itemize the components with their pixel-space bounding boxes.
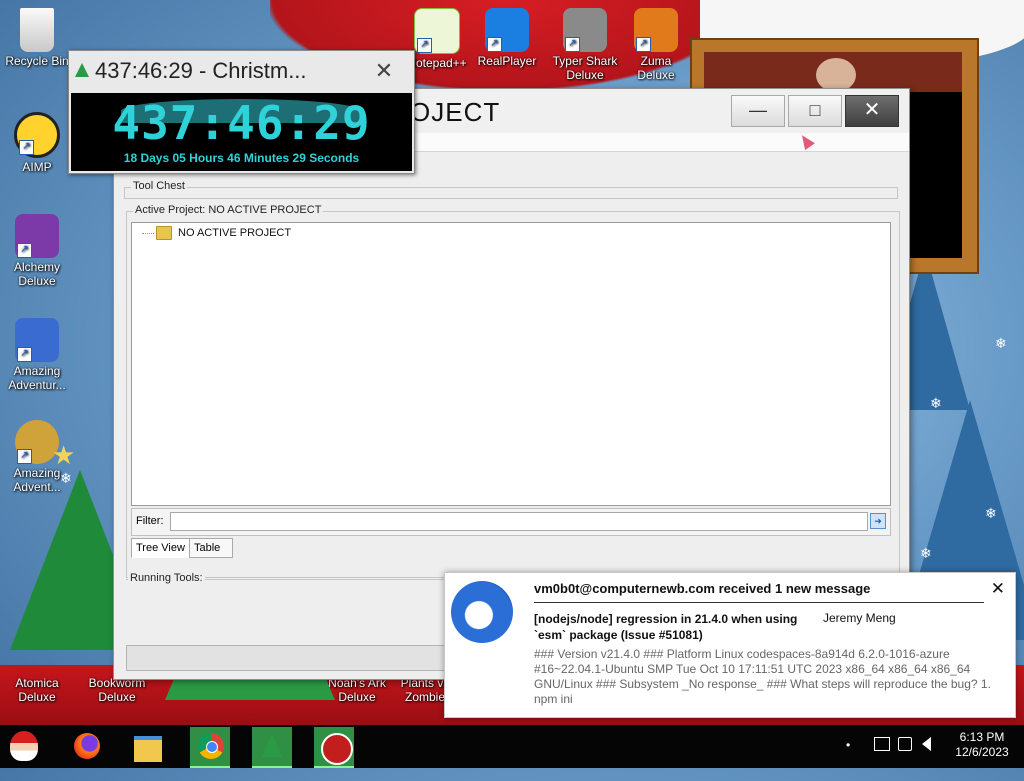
power-icon[interactable] — [898, 737, 914, 753]
tree-icon — [262, 733, 282, 757]
filter-label: Filter: — [136, 515, 164, 527]
desktop-icon-zuma[interactable]: ↗ Zuma Deluxe — [622, 8, 690, 82]
shark-icon: ↗ — [563, 8, 607, 52]
counter-display: 437:46:29 18 Days 05 Hours 46 Minutes 29… — [71, 93, 412, 171]
desktop-icon-bookworm[interactable]: Bookworm Deluxe — [80, 676, 154, 704]
star-icon: ★ — [52, 440, 76, 470]
desktop-icon-amazing-adventures[interactable]: ↗ Amazing Adventur... — [0, 318, 74, 392]
tray-dot: • — [846, 738, 851, 752]
maximize-button[interactable]: □ — [788, 95, 842, 127]
filter-bar: Filter: ➜ — [131, 508, 891, 536]
taskbar: • 6:13 PM 12/6/2023 — [0, 725, 1024, 768]
countdown-time: 437:46:29 — [112, 96, 371, 150]
tree-node-root[interactable]: NO ACTIVE PROJECT — [142, 226, 291, 240]
notification-close-button[interactable]: ✕ — [991, 579, 1005, 599]
filter-input[interactable] — [170, 512, 868, 531]
taskbar-chrome[interactable] — [190, 727, 230, 768]
mail-app-icon — [321, 733, 353, 765]
chrome-icon — [198, 733, 224, 759]
notification-subject: [nodejs/node] regression in 21.4.0 when … — [534, 612, 798, 642]
countdown-detail: 18 Days 05 Hours 46 Minutes 29 Seconds — [123, 151, 360, 165]
minimize-button[interactable]: — — [731, 95, 785, 127]
tree-icon — [75, 63, 89, 79]
taskbar-christmas-counter[interactable] — [252, 727, 292, 768]
notification-body: ### Version v21.4.0 ### Platform Linux c… — [534, 647, 991, 706]
desktop-icon-typer-shark[interactable]: ↗ Typer Shark Deluxe — [548, 8, 622, 82]
realplayer-icon: ↗ — [485, 8, 529, 52]
tree-node-label: NO ACTIVE PROJECT — [178, 227, 292, 239]
running-tools-label: Running Tools: — [128, 572, 205, 584]
desktop-icon-aimp[interactable]: ↗ AIMP — [0, 112, 74, 174]
taskbar-file-explorer[interactable] — [128, 727, 168, 766]
minimize-icon: — — [749, 100, 767, 120]
close-icon: ✕ — [863, 99, 881, 121]
notification-author: Jeremy Meng — [823, 611, 896, 625]
snowflake-icon: ❄ — [920, 545, 932, 561]
window-title: OJECT — [410, 97, 501, 127]
close-button[interactable]: ✕ — [845, 95, 899, 127]
notification-sender: vm0b0t@computernewb.com received 1 new m… — [534, 581, 871, 596]
snowflake-icon: ❄ — [930, 395, 942, 411]
clock-date: 12/6/2023 — [955, 745, 1009, 759]
project-tree[interactable]: NO ACTIVE PROJECT — [131, 222, 891, 506]
counter-close-button[interactable]: ✕ — [364, 57, 404, 85]
taskbar-clock[interactable]: 6:13 PM 12/6/2023 — [944, 730, 1020, 760]
taskbar-mail[interactable] — [314, 727, 354, 768]
zuma-icon: ↗ — [634, 8, 678, 52]
filter-apply-button[interactable]: ➜ — [870, 513, 886, 529]
network-icon[interactable] — [874, 737, 890, 753]
tab-tree-view[interactable]: Tree View — [131, 538, 191, 558]
desktop-icon-recycle-bin[interactable]: Recycle Bin — [0, 8, 74, 68]
tool-chest-group: Tool Chest — [124, 180, 898, 199]
tab-table[interactable]: Table — [189, 538, 233, 558]
tool-chest-label: Tool Chest — [131, 180, 187, 192]
snowflake-icon: ❄ — [995, 335, 1007, 351]
arrow-right-icon: ➜ — [874, 516, 882, 526]
desktop-icon-plants-vs-zombies[interactable]: Plants vs Zombie — [400, 676, 450, 704]
start-button[interactable] — [4, 727, 44, 766]
close-icon: ✕ — [990, 579, 1005, 598]
recycle-bin-icon — [20, 8, 54, 52]
taskbar-firefox[interactable] — [66, 727, 106, 766]
wizard-icon: ↗ — [15, 214, 59, 258]
running-tools-panel — [126, 645, 458, 671]
clock-time: 6:13 PM — [959, 730, 1005, 744]
folder-icon — [156, 226, 172, 240]
desktop-icon-atomica[interactable]: Atomica Deluxe — [0, 676, 74, 704]
active-project-label: Active Project: NO ACTIVE PROJECT — [133, 204, 324, 216]
counter-titlebar[interactable]: 437:46:29 - Christm... — [69, 51, 414, 91]
firefox-icon — [74, 733, 100, 759]
notification-divider — [534, 602, 984, 603]
santa-icon — [10, 731, 38, 761]
close-icon: ✕ — [374, 58, 394, 83]
notepadpp-icon: ↗ — [414, 8, 460, 54]
mail-notification[interactable]: vm0b0t@computernewb.com received 1 new m… — [444, 572, 1016, 718]
aimp-icon: ↗ — [14, 112, 60, 158]
maximize-icon: □ — [809, 100, 821, 120]
counter-title: 437:46:29 - Christm... — [95, 58, 307, 83]
thunderbird-icon — [451, 581, 513, 643]
christmas-counter-window[interactable]: 437:46:29 - Christm... ✕ 437:46:29 18 Da… — [68, 50, 415, 174]
desktop-icon-alchemy[interactable]: ↗ Alchemy Deluxe — [0, 214, 74, 288]
volume-icon[interactable] — [922, 737, 938, 753]
desktop-icon-realplayer[interactable]: ↗ RealPlayer — [470, 8, 544, 68]
folder-icon — [134, 736, 162, 762]
snowflake-icon: ❄ — [985, 505, 997, 521]
diamond-icon: ↗ — [15, 318, 59, 362]
